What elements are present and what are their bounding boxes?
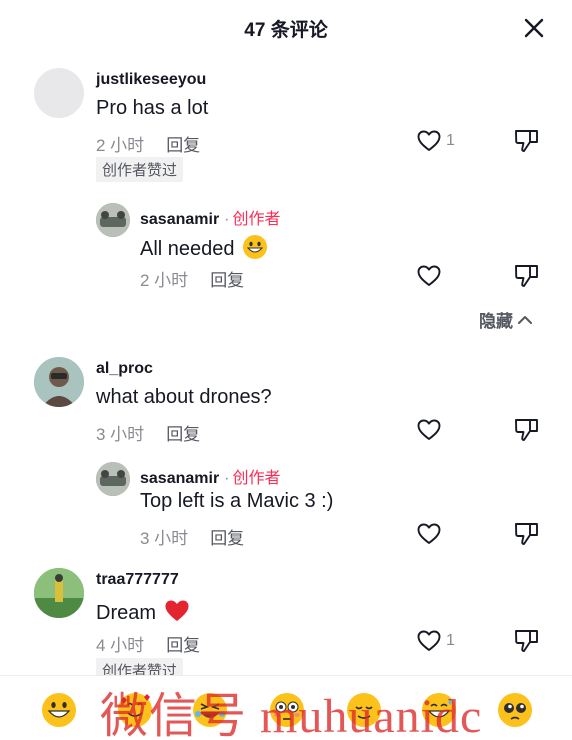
hide-replies-label: 隐藏 [479,312,513,331]
reply-text: Top left is a Mavic 3 :) [140,490,334,512]
thumbs-down-icon [515,130,538,152]
reply-username: sasanamir · 创作者 [140,205,281,229]
heart-outline-icon [417,265,441,286]
comment-meta: 4 小时 回复 [96,631,200,656]
avatar[interactable] [96,462,130,496]
dislike-button[interactable] [514,263,540,289]
reply-button[interactable]: 回复 [210,529,244,548]
comment-text: what about drones? [96,386,272,408]
creator-tag: 创作者 [232,470,281,487]
heart-outline-icon [417,419,441,440]
dislike-button[interactable] [514,521,540,547]
hide-replies-button[interactable]: 隐藏 [479,307,533,332]
like-count: 1 [446,132,455,149]
avatar[interactable] [34,357,84,407]
dislike-button[interactable] [514,128,540,154]
avatar[interactable] [34,68,84,118]
comment-text-content: Dream [96,602,157,624]
separator-dot: · [224,211,230,228]
red-heart-emoji-icon [165,600,189,621]
reply-text-content: All needed [140,238,235,260]
reply-username: sasanamir · 创作者 [140,464,281,488]
emoji-quick-bar [0,675,572,740]
comment-time: 4 小时 [96,636,145,655]
like-button[interactable] [417,418,441,442]
grinning-face-emoji-icon [243,235,268,259]
chevron-up-icon [518,315,532,324]
reply-username-text[interactable]: sasanamir [140,211,219,228]
creator-liked-badge: 创作者赞过 [96,157,184,182]
heart-outline-icon [417,523,441,544]
thumbs-down-icon [515,523,538,545]
avatar[interactable] [34,568,84,618]
comment-username[interactable]: traa777777 [96,571,179,589]
like-button[interactable] [417,522,441,546]
reply-meta: 3 小时 回复 [140,524,244,549]
comment-text: Dream [96,599,190,625]
comment-username[interactable]: al_proc [96,360,153,378]
flushed-face-icon[interactable] [269,692,305,728]
like-button[interactable]: 1 [417,629,455,653]
relieved-face-icon[interactable] [346,692,382,728]
reply-username-text[interactable]: sasanamir [140,470,219,487]
like-button[interactable]: 1 [417,129,455,153]
sweat-smile-face-icon[interactable] [421,692,457,728]
comment-username[interactable]: justlikeseeyou [96,71,206,89]
avatar[interactable] [96,203,130,237]
comment-text: Pro has a lot [96,97,209,119]
comment-time: 3 小时 [96,425,145,444]
separator-dot: · [224,470,230,487]
reply-button[interactable]: 回复 [166,636,200,655]
heart-outline-icon [417,130,441,151]
reply-meta: 2 小时 回复 [140,266,244,291]
comments-header: 47 条评论 [0,0,572,56]
pleading-face-icon[interactable] [497,692,533,728]
close-icon[interactable] [522,16,546,40]
thumbs-down-icon [515,419,538,441]
dislike-button[interactable] [514,628,540,654]
comments-title: 47 条评论 [244,20,328,41]
smiling-face-with-hearts-icon[interactable] [117,692,153,728]
reply-text: All needed [140,234,268,261]
reply-button[interactable]: 回复 [166,425,200,444]
comment-meta: 3 小时 回复 [96,420,200,445]
reply-button[interactable]: 回复 [166,136,200,155]
heart-outline-icon [417,630,441,651]
creator-tag: 创作者 [232,211,281,228]
like-count: 1 [446,632,455,649]
rolling-laughing-face-icon[interactable] [192,692,228,728]
grinning-face-icon[interactable] [41,692,77,728]
like-button[interactable] [417,264,441,288]
thumbs-down-icon [515,265,538,287]
reply-button[interactable]: 回复 [210,271,244,290]
comment-meta: 2 小时 回复 [96,131,200,156]
reply-time: 3 小时 [140,529,189,548]
comment-time: 2 小时 [96,136,145,155]
thumbs-down-icon [515,630,538,652]
dislike-button[interactable] [514,417,540,443]
reply-time: 2 小时 [140,271,189,290]
